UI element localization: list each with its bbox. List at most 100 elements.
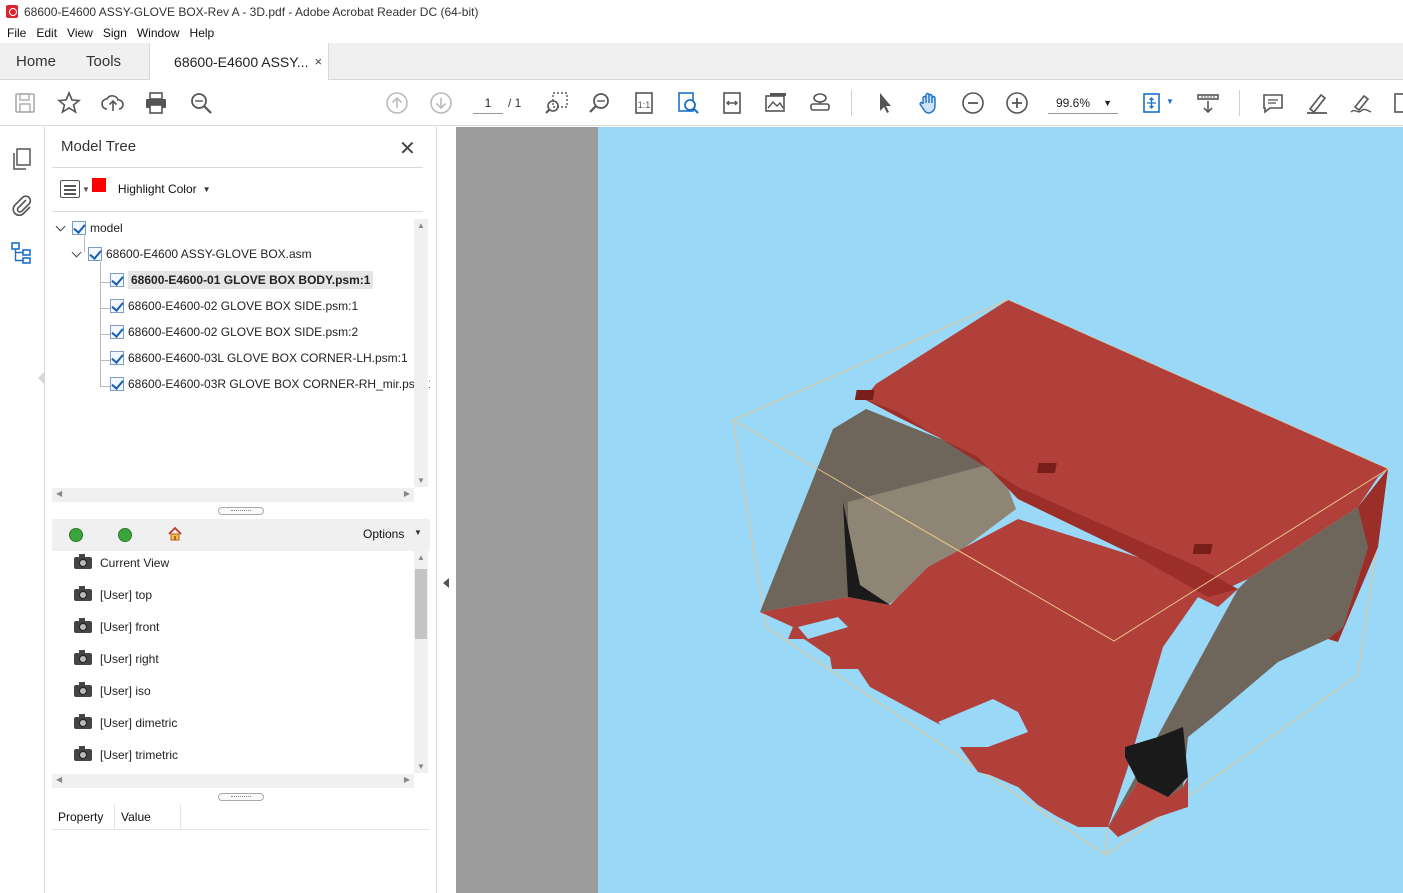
menu-sign[interactable]: Sign — [98, 26, 132, 40]
scroll-down-icon[interactable]: ▼ — [417, 476, 425, 485]
search-zoom-icon[interactable] — [189, 91, 213, 115]
tree-node-part[interactable]: 68600-E4600-02 GLOVE BOX SIDE.psm:2 — [110, 321, 358, 343]
tree-node-label: 68600-E4600-02 GLOVE BOX SIDE.psm:2 — [128, 325, 359, 339]
visibility-checkbox[interactable] — [110, 325, 124, 339]
tree-node-assembly[interactable]: 68600-E4600 ASSY-GLOVE BOX.asm — [72, 243, 312, 265]
visibility-checkbox[interactable] — [110, 351, 124, 365]
visibility-checkbox[interactable] — [72, 221, 86, 235]
comment-icon[interactable] — [1261, 91, 1285, 115]
bookmark-star-icon[interactable] — [57, 91, 81, 115]
select-arrow-icon[interactable] — [873, 91, 897, 115]
acrobat-icon — [6, 5, 18, 18]
property-column-header[interactable]: Property — [52, 804, 115, 829]
fit-width-icon[interactable] — [720, 91, 744, 115]
chevron-down-icon: ▼ — [1103, 98, 1112, 108]
print-icon[interactable] — [144, 91, 168, 115]
chevron-down-icon[interactable]: ▼ — [1166, 97, 1174, 106]
tree-node-part[interactable]: 68600-E4600-03R GLOVE BOX CORNER-RH_mir.… — [110, 373, 430, 395]
tab-home[interactable]: Home — [0, 43, 72, 79]
previous-view-icon[interactable] — [69, 528, 83, 542]
scroll-left-icon[interactable]: ◀ — [56, 489, 62, 498]
view-item[interactable]: Current View — [74, 551, 169, 575]
chevron-down-icon[interactable]: ▼ — [82, 185, 90, 194]
views-vertical-scrollbar[interactable]: ▲ ▼ — [414, 551, 428, 773]
chevron-down-icon[interactable]: ▼ — [414, 528, 422, 537]
pages-icon[interactable] — [10, 147, 34, 171]
panel-resize-handle[interactable] — [218, 793, 264, 801]
scroll-up-icon[interactable]: ▲ — [417, 553, 425, 562]
tree-node-model[interactable]: model — [56, 219, 123, 239]
scroll-right-icon[interactable]: ▶ — [404, 775, 410, 784]
chevron-down-icon[interactable] — [72, 249, 82, 259]
model-tree-icon[interactable] — [10, 241, 34, 265]
scroll-mode-icon[interactable] — [1196, 91, 1220, 115]
upload-icon[interactable] — [101, 91, 125, 115]
tree-options-icon[interactable] — [60, 180, 80, 198]
active-panel-indicator — [38, 371, 45, 385]
close-icon[interactable]: × — [314, 54, 322, 69]
chevron-down-icon[interactable] — [56, 223, 66, 233]
3d-model-canvas[interactable] — [598, 127, 1403, 893]
menu-edit[interactable]: Edit — [31, 26, 62, 40]
view-item[interactable]: [User] right — [74, 647, 159, 671]
tree-node-part[interactable]: 68600-E4600-03L GLOVE BOX CORNER-LH.psm:… — [110, 347, 408, 369]
scroll-right-icon[interactable]: ▶ — [404, 489, 410, 498]
view-label: [User] dimetric — [100, 716, 178, 730]
fit-options-icon[interactable] — [1141, 91, 1165, 115]
home-view-icon[interactable] — [167, 526, 183, 542]
options-button[interactable]: Options — [363, 527, 404, 541]
save-icon[interactable] — [13, 91, 37, 115]
zoom-out-icon[interactable] — [961, 91, 985, 115]
menu-help[interactable]: Help — [185, 26, 220, 40]
visibility-checkbox[interactable] — [110, 273, 124, 287]
panel-resize-handle[interactable] — [218, 507, 264, 515]
visibility-checkbox[interactable] — [110, 377, 124, 391]
scroll-thumb[interactable] — [415, 569, 427, 639]
collapse-panel-icon[interactable] — [443, 578, 449, 588]
scroll-down-icon[interactable]: ▼ — [417, 762, 425, 771]
marquee-zoom-icon[interactable] — [545, 91, 569, 115]
views-horizontal-scrollbar[interactable]: ◀ ▶ — [52, 774, 414, 788]
page-down-icon[interactable] — [429, 91, 453, 115]
3d-glove-box-render[interactable] — [598, 127, 1403, 893]
tree-node-part[interactable]: 68600-E4600-02 GLOVE BOX SIDE.psm:1 — [110, 295, 358, 317]
fit-page-icon[interactable]: 1:1 — [632, 91, 656, 115]
page-number-input[interactable]: 1 — [473, 92, 503, 114]
visibility-checkbox[interactable] — [88, 247, 102, 261]
panel-splitter[interactable] — [436, 127, 456, 893]
tab-tools[interactable]: Tools — [72, 43, 137, 79]
page-up-icon[interactable] — [385, 91, 409, 115]
tab-document[interactable]: 68600-E4600 ASSY... × — [149, 43, 330, 81]
attachments-icon[interactable] — [10, 193, 34, 217]
find-icon[interactable] — [676, 91, 700, 115]
tree-vertical-scrollbar[interactable]: ▲ ▼ — [414, 219, 428, 487]
next-view-icon[interactable] — [118, 528, 132, 542]
zoom-icon[interactable] — [588, 91, 612, 115]
view-item[interactable]: [User] dimetric — [74, 711, 177, 735]
view-item[interactable]: [User] iso — [74, 679, 151, 703]
scroll-left-icon[interactable]: ◀ — [56, 775, 62, 784]
value-column-header[interactable]: Value — [115, 804, 181, 829]
menu-view[interactable]: View — [62, 26, 98, 40]
scroll-up-icon[interactable]: ▲ — [417, 221, 425, 230]
tree-node-part[interactable]: 68600-E4600-01 GLOVE BOX BODY.psm:1 — [110, 269, 374, 291]
tree-horizontal-scrollbar[interactable]: ◀ ▶ — [52, 488, 414, 502]
chevron-down-icon[interactable]: ▼ — [203, 185, 211, 194]
views-list: Current View [User] top [User] front [Us… — [52, 551, 414, 773]
view-item[interactable]: [User] front — [74, 615, 159, 639]
zoom-in-icon[interactable] — [1005, 91, 1029, 115]
highlight-color-label[interactable]: Highlight Color — [118, 182, 197, 196]
stamp-icon[interactable] — [808, 91, 832, 115]
image-icon[interactable] — [764, 91, 788, 115]
close-icon[interactable]: ✕ — [399, 136, 416, 161]
view-item[interactable]: [User] trimetric — [74, 743, 178, 767]
more-tools-icon[interactable] — [1393, 91, 1403, 115]
highlight-pen-icon[interactable] — [1305, 91, 1329, 115]
sign-icon[interactable] — [1349, 91, 1373, 115]
menu-file[interactable]: File — [2, 26, 31, 40]
view-item[interactable]: [User] top — [74, 583, 152, 607]
menu-window[interactable]: Window — [132, 26, 185, 40]
hand-icon[interactable] — [917, 91, 941, 115]
visibility-checkbox[interactable] — [110, 299, 124, 313]
zoom-level-select[interactable]: 99.6% ▼ — [1048, 92, 1118, 114]
